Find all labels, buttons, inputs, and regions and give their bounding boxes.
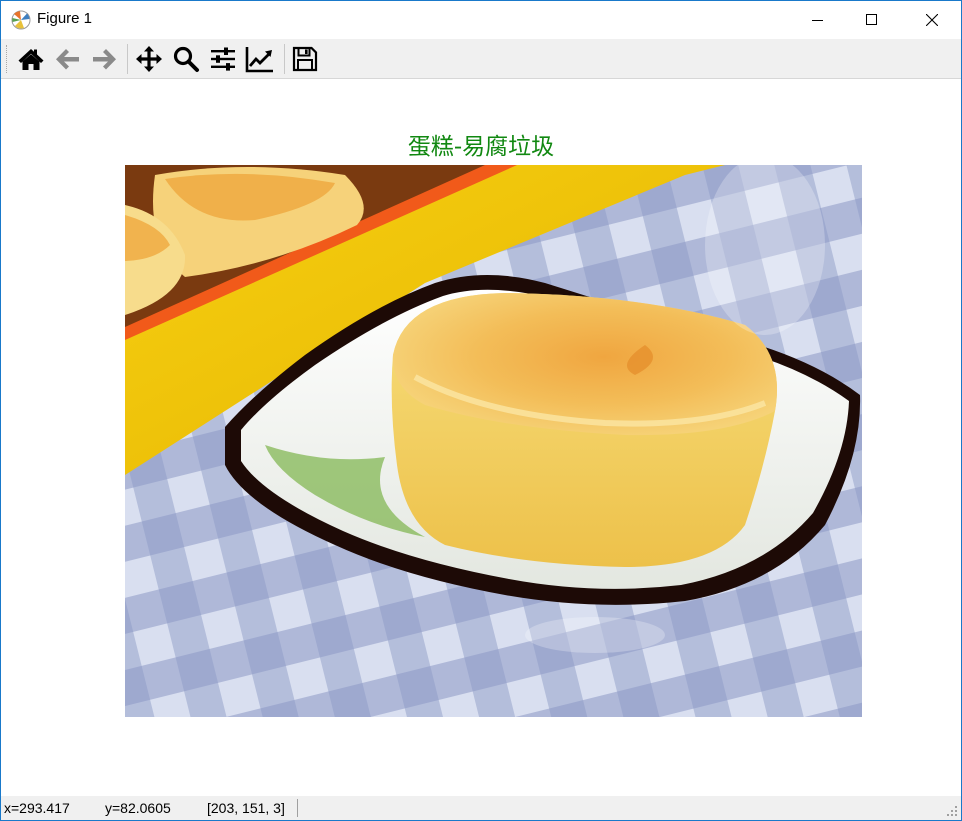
configure-subplots-icon [211,47,235,71]
status-x-coordinate: x=293.417 [4,800,70,816]
figure-canvas[interactable]: 蛋糕-易腐垃圾 [1,79,961,796]
figure-window: Figure 1 蛋糕-易腐垃圾 x=293.417 y=82.0605 [20… [0,0,962,821]
matplotlib-app-icon [11,10,31,30]
image-axes[interactable] [125,165,862,717]
back-arrow-icon [56,49,79,70]
toolbar-separator [127,44,128,74]
minimize-button[interactable] [795,1,841,39]
status-separator [297,799,298,817]
cake-photo [125,165,862,717]
toolbar-separator [284,44,285,74]
pan-move-icon [136,46,162,72]
close-icon [926,14,938,26]
navigation-toolbar [1,39,961,79]
status-pixel-value: [203, 151, 3] [207,800,285,816]
status-bar: x=293.417 y=82.0605 [203, 151, 3] [1,796,961,820]
edit-axis-line-chart-icon [245,47,273,73]
home-button[interactable] [15,44,47,74]
title-bar[interactable]: Figure 1 [1,1,961,39]
configure-subplots-button[interactable] [207,44,239,74]
edit-axis-button[interactable] [244,44,276,74]
minimize-icon [812,20,823,21]
window-title: Figure 1 [37,10,93,27]
back-button[interactable] [52,44,84,74]
pan-button[interactable] [133,44,165,74]
maximize-icon [866,14,877,25]
toolbar-grip[interactable] [6,45,9,73]
zoom-magnifier-icon [173,46,199,72]
home-icon [18,49,44,70]
figure-title: 蛋糕-易腐垃圾 [407,134,555,160]
forward-arrow-icon [93,49,116,70]
size-grip-icon[interactable] [946,805,958,817]
status-y-coordinate: y=82.0605 [105,800,171,816]
maximize-button[interactable] [849,1,895,39]
save-button[interactable] [289,44,321,74]
forward-button[interactable] [88,44,120,74]
save-floppy-icon [292,46,318,72]
close-button[interactable] [909,1,955,39]
zoom-button[interactable] [170,44,202,74]
